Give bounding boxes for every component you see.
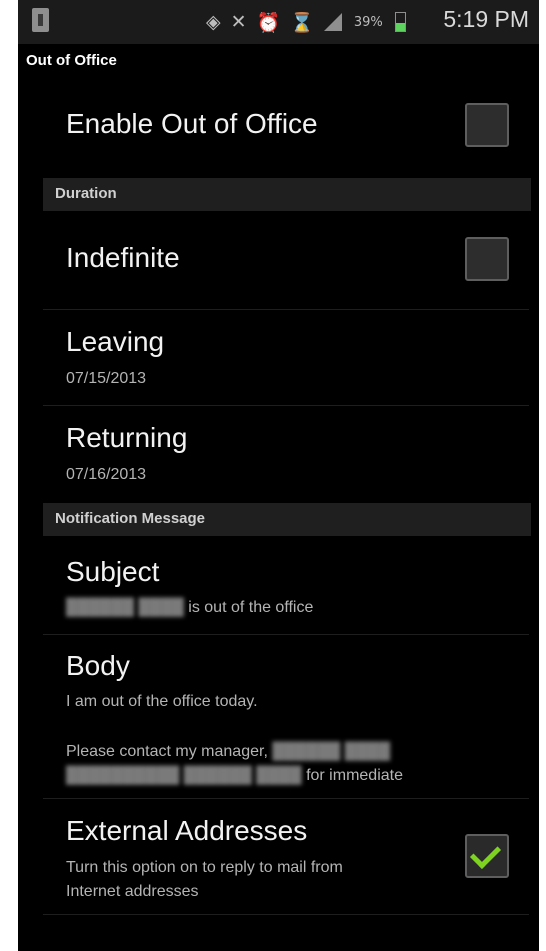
enable-out-of-office-checkbox[interactable]: [465, 103, 509, 147]
leaving-date: 07/15/2013: [66, 370, 147, 387]
page-title: Out of Office: [26, 52, 117, 69]
mute-icon: ✕: [230, 11, 247, 33]
subject-row[interactable]: Subject ██████ ████ is out of the office: [43, 540, 529, 632]
status-icons: ◈ ✕ ⏰ ⌛ 39%: [206, 8, 406, 36]
subject-value: ██████ ████ is out of the office: [66, 597, 313, 619]
signal-icon: [323, 13, 342, 31]
leaving-label: Leaving: [66, 326, 165, 357]
redacted-text: ██████████ ██████ ████: [66, 767, 302, 784]
external-addresses-label: External Addresses: [66, 815, 308, 846]
external-addresses-desc-1: Turn this option on to reply to mail fro…: [66, 859, 343, 876]
status-bar: ◈ ✕ ⏰ ⌛ 39% 5:19 PM: [18, 0, 539, 44]
clock: 5:19 PM: [443, 6, 529, 32]
notification-icon: [32, 8, 49, 32]
duration-section-label: Duration: [55, 185, 117, 202]
body-row[interactable]: Body I am out of the office today. Pleas…: [43, 637, 529, 797]
checkmark-icon: [469, 837, 502, 870]
notification-section-header: Notification Message: [43, 503, 531, 536]
subject-label: Subject: [66, 556, 160, 587]
body-line-2: Please contact my manager, ██████ ████: [66, 741, 390, 763]
alarm-icon: ⏰: [256, 11, 281, 34]
body-line-3-text: for immediate: [306, 767, 403, 784]
divider: [43, 405, 529, 406]
body-label: Body: [66, 650, 130, 681]
indefinite-label: Indefinite: [66, 242, 180, 273]
nfc-icon: ◈: [206, 11, 221, 33]
subject-value-text: is out of the office: [188, 599, 314, 616]
divider: [43, 309, 529, 310]
returning-label: Returning: [66, 422, 188, 453]
leaving-row[interactable]: Leaving 07/15/2013: [43, 312, 529, 404]
returning-row[interactable]: Returning 07/16/2013: [43, 408, 529, 500]
external-addresses-row[interactable]: External Addresses Turn this option on t…: [43, 801, 529, 911]
notification-section-label: Notification Message: [55, 510, 206, 527]
hourglass-icon: ⌛: [290, 11, 314, 34]
duration-section-header: Duration: [43, 178, 531, 211]
body-line-1: I am out of the office today.: [66, 693, 258, 710]
battery-icon: [394, 12, 406, 32]
indefinite-checkbox[interactable]: [465, 237, 509, 281]
external-addresses-desc-2: Internet addresses: [66, 883, 199, 900]
divider: [43, 914, 529, 915]
divider: [43, 798, 529, 799]
external-addresses-checkbox[interactable]: [465, 834, 509, 878]
redacted-text: ██████ ████: [272, 743, 391, 760]
body-line-2-text: Please contact my manager,: [66, 743, 268, 760]
indefinite-row[interactable]: Indefinite: [43, 215, 529, 307]
body-line-3: ██████████ ██████ ████ for immediate: [66, 765, 403, 787]
battery-percent: 39%: [353, 14, 383, 30]
divider: [43, 634, 529, 635]
phone-screen: ◈ ✕ ⏰ ⌛ 39% 5:19 PM Out of Office Enable…: [18, 0, 539, 951]
enable-out-of-office-label: Enable Out of Office: [66, 108, 318, 139]
enable-out-of-office-row[interactable]: Enable Out of Office: [43, 90, 529, 170]
returning-date: 07/16/2013: [66, 466, 147, 483]
redacted-text: ██████ ████: [66, 599, 184, 616]
